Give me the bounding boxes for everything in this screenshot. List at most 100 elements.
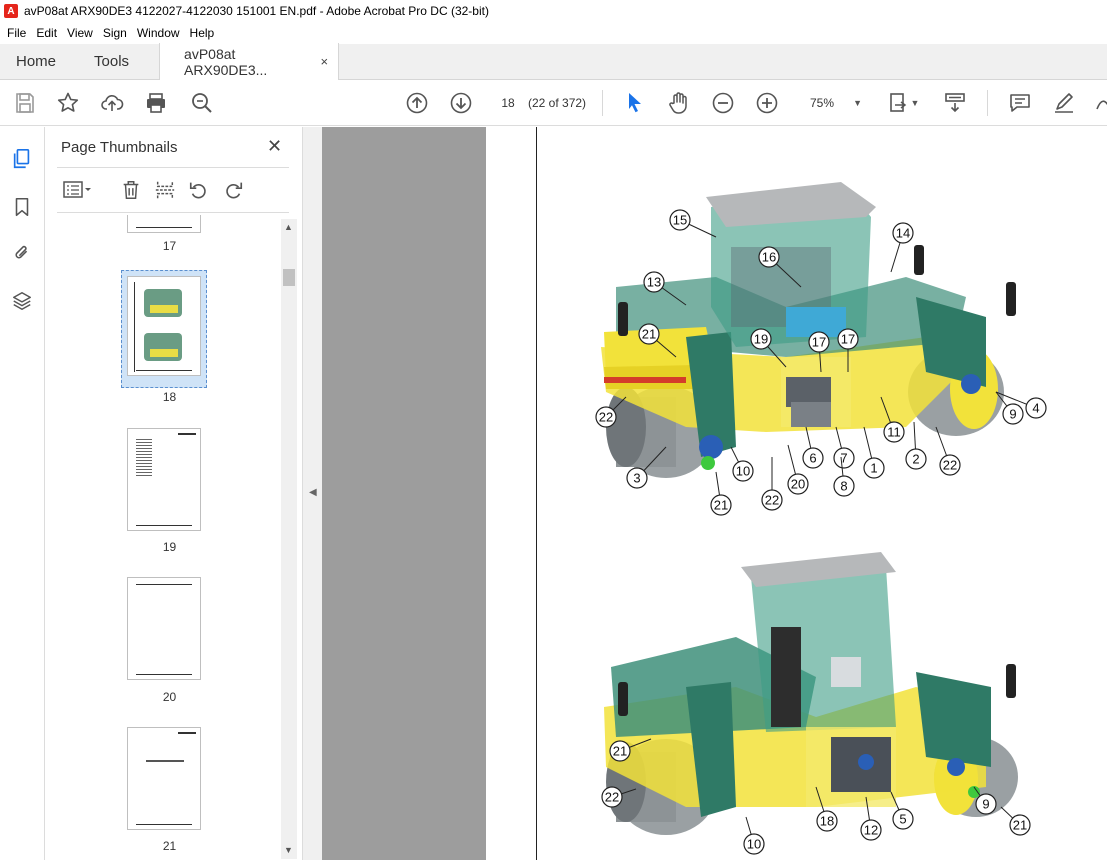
thumbnail-label: 18 (162, 390, 177, 404)
pdf-page: 15 16 14 13 21 19 17 17 22 4 9 11 2 22 6 7 1 3 10 20 8 21 22 2… (486, 127, 1107, 860)
panel-collapse-strip[interactable]: ◀ (302, 127, 322, 860)
zoom-level-select[interactable]: 75% ▼ (798, 91, 866, 115)
next-page-icon[interactable] (448, 90, 474, 116)
thumbnail-scrollbar[interactable]: ▲ ▼ (281, 219, 297, 859)
callout-number: 1 (870, 461, 877, 476)
thumbnail-page-21[interactable] (127, 727, 201, 830)
callout-number: 19 (754, 332, 768, 347)
callout-number: 21 (642, 327, 656, 342)
thumbnail-label: 19 (162, 540, 177, 554)
callout-number: 20 (791, 477, 805, 492)
previous-page-icon[interactable] (404, 90, 430, 116)
thumbnail-list[interactable]: 17 18 19 20 21 (57, 215, 282, 857)
bookmark-icon[interactable] (10, 195, 34, 219)
highlight-pen-icon[interactable] (1051, 90, 1077, 116)
callout-number: 4 (1032, 401, 1039, 416)
callout-number: 6 (809, 451, 816, 466)
thumbnail-label: 20 (162, 690, 177, 704)
zoom-level-value: 75% (810, 96, 835, 110)
thumbnail-page-17[interactable] (127, 215, 201, 233)
left-navigation-rail (0, 127, 45, 860)
menu-edit[interactable]: Edit (31, 26, 62, 40)
main-toolbar: 18 (22 of 372) 75% ▼ ▼ (0, 80, 1107, 126)
panel-title: Page Thumbnails (61, 139, 178, 156)
extract-page-icon[interactable] (153, 179, 177, 201)
rotate-clockwise-icon[interactable] (221, 179, 245, 201)
thumbnail-page-18[interactable] (127, 276, 201, 376)
callout-number: 10 (747, 837, 761, 852)
star-icon[interactable] (55, 90, 81, 116)
callout-number: 2 (912, 452, 919, 467)
toolbar-divider (987, 90, 988, 116)
delete-page-icon[interactable] (119, 179, 143, 201)
menu-view[interactable]: View (62, 26, 98, 40)
bottom-roller-drawing (604, 552, 1018, 835)
callout-number: 21 (1013, 818, 1027, 833)
scroll-thumb[interactable] (283, 269, 295, 286)
select-cursor-icon[interactable] (622, 90, 648, 116)
callout-number: 22 (943, 458, 957, 473)
collapse-left-icon[interactable]: ◀ (309, 487, 317, 498)
callout-number: 9 (1009, 407, 1016, 422)
draw-icon[interactable] (1092, 90, 1107, 116)
page-thumbnails-panel: Page Thumbnails ✕ 17 18 19 20 21 ▲ ▼ (45, 127, 302, 860)
layers-icon[interactable] (10, 289, 34, 313)
callout-number: 8 (840, 479, 847, 494)
scroll-down-icon[interactable]: ▼ (284, 845, 293, 855)
tab-tools[interactable]: Tools (72, 43, 159, 79)
page-thumbnails-icon[interactable] (10, 147, 34, 171)
callout-number: 10 (736, 464, 750, 479)
attachment-icon[interactable] (10, 241, 34, 265)
page-number-input[interactable]: 18 (495, 91, 521, 115)
tab-document[interactable]: avP08at ARX90DE3... × (159, 43, 340, 80)
scroll-up-icon[interactable]: ▲ (284, 222, 293, 232)
callout-number: 17 (841, 332, 855, 347)
callout-number: 21 (613, 744, 627, 759)
callout-number: 3 (633, 471, 640, 486)
thumbnail-page-20[interactable] (127, 577, 201, 680)
callout-number: 13 (647, 275, 661, 290)
rotate-counterclockwise-icon[interactable] (187, 179, 211, 201)
callout-number: 11 (887, 425, 901, 440)
callout-number: 22 (599, 410, 613, 425)
top-roller-drawing (601, 182, 1016, 478)
menu-sign[interactable]: Sign (98, 26, 132, 40)
thumbnail-page-19[interactable] (127, 428, 201, 531)
thumbnail-label: 17 (162, 239, 177, 253)
scroll-mode-icon[interactable] (942, 90, 968, 116)
comment-icon[interactable] (1007, 90, 1033, 116)
save-icon[interactable] (12, 90, 38, 116)
window-title: avP08at ARX90DE3 4122027-4122030 151001 … (24, 4, 489, 18)
title-bar: A avP08at ARX90DE3 4122027-4122030 15100… (0, 0, 1107, 22)
toolbar-divider (602, 90, 603, 116)
callout-number: 22 (605, 790, 619, 805)
thumbnail-options-icon[interactable] (59, 179, 95, 201)
page-count-label: (22 of 372) (528, 96, 587, 110)
cloud-upload-icon[interactable] (99, 90, 125, 116)
tab-home[interactable]: Home (0, 43, 72, 79)
print-icon[interactable] (143, 90, 169, 116)
document-view[interactable]: 15 16 14 13 21 19 17 17 22 4 9 11 2 22 6 7 1 3 10 20 8 21 22 2… (322, 127, 1107, 860)
tab-bar: Home Tools avP08at ARX90DE3... × (0, 43, 1107, 80)
menu-bar: File Edit View Sign Window Help (0, 22, 1107, 44)
zoom-search-icon[interactable] (189, 90, 215, 116)
close-icon[interactable]: ✕ (267, 136, 282, 157)
menu-help[interactable]: Help (185, 26, 220, 40)
hand-tool-icon[interactable] (666, 90, 692, 116)
tab-close-icon[interactable]: × (320, 54, 328, 69)
thumbnail-label: 21 (162, 839, 177, 853)
menu-window[interactable]: Window (132, 26, 185, 40)
chevron-down-icon[interactable]: ▼ (908, 90, 922, 116)
tab-document-label: avP08at ARX90DE3... (184, 45, 268, 78)
menu-file[interactable]: File (2, 26, 31, 40)
callout-number: 14 (896, 226, 910, 241)
callout-number: 12 (864, 823, 878, 838)
acrobat-pdf-icon: A (4, 4, 18, 18)
callout-number: 17 (812, 335, 826, 350)
callout-number: 9 (982, 797, 989, 812)
chevron-down-icon: ▼ (853, 98, 862, 108)
zoom-out-icon[interactable] (710, 90, 736, 116)
zoom-in-icon[interactable] (754, 90, 780, 116)
callout-number: 21 (714, 498, 728, 513)
panel-divider (57, 167, 289, 168)
